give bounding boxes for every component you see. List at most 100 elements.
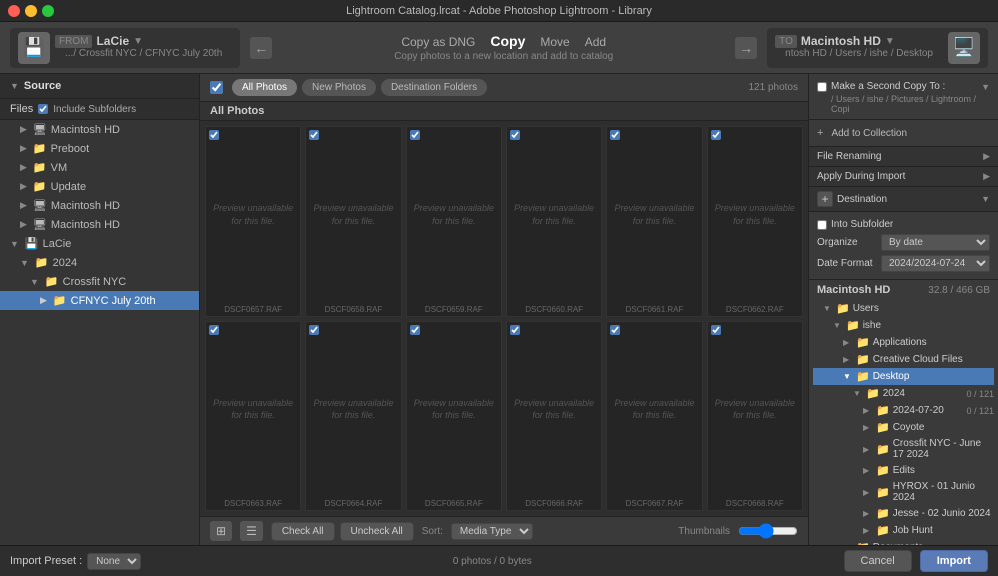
tree-item-hyrox[interactable]: ▶ 📁 HYROX - 01 Junio 2024 xyxy=(813,479,994,505)
prev-source-button[interactable]: ← xyxy=(250,37,272,59)
photo-name-9: DSCF0665.RAF xyxy=(423,497,485,510)
tree-item-2024-07-20[interactable]: ▶ 📁 2024-07-20 0 / 121 xyxy=(813,402,994,419)
photo-cell-9[interactable]: Preview unavailable for this file. DSCF0… xyxy=(406,321,502,512)
photo-cell-12[interactable]: Preview unavailable for this file. DSCF0… xyxy=(707,321,803,512)
photo-checkbox-12[interactable] xyxy=(711,325,721,335)
tree-item-desktop[interactable]: ▼ 📁 Desktop xyxy=(813,368,994,385)
tree-item-edits[interactable]: ▶ 📁 Edits xyxy=(813,462,994,479)
source-dropdown-icon[interactable]: ▼ xyxy=(133,36,143,47)
sort-select[interactable]: Media Type Filename Date xyxy=(451,523,533,540)
photo-checkbox-6[interactable] xyxy=(711,130,721,140)
tree-item-2024[interactable]: ▼ 📁 2024 0 / 121 xyxy=(813,385,994,402)
tree-arrow-desktop: ▼ xyxy=(843,372,853,381)
drive-icon: 🖥 xyxy=(33,123,47,136)
second-copy-dropdown-icon[interactable]: ▼ xyxy=(981,82,990,92)
photo-checkbox-9[interactable] xyxy=(410,325,420,335)
organize-select[interactable]: By date Into one folder xyxy=(881,234,990,251)
into-subfolder-checkbox[interactable] xyxy=(817,220,827,230)
photo-checkbox-4[interactable] xyxy=(510,130,520,140)
close-button[interactable] xyxy=(8,5,20,17)
next-dest-button[interactable]: → xyxy=(735,37,757,59)
tree-item-applications[interactable]: ▶ 📁 Applications xyxy=(813,334,994,351)
import-preset-select[interactable]: None xyxy=(87,553,141,570)
date-format-select[interactable]: 2024/2024-07-24 xyxy=(881,255,990,272)
photo-cell-10[interactable]: Preview unavailable for this file. DSCF0… xyxy=(506,321,602,512)
import-button[interactable]: Import xyxy=(920,550,988,572)
tab-all-photos[interactable]: All Photos xyxy=(232,79,297,96)
tree-arrow-edits: ▶ xyxy=(863,466,873,475)
photo-cell-7[interactable]: Preview unavailable for this file. DSCF0… xyxy=(205,321,301,512)
tree-label-creative-cloud: Creative Cloud Files xyxy=(873,354,963,365)
photo-checkbox-7[interactable] xyxy=(209,325,219,335)
tree-item-creative-cloud[interactable]: ▶ 📁 Creative Cloud Files xyxy=(813,351,994,368)
cancel-button[interactable]: Cancel xyxy=(844,550,912,572)
photo-cell-8[interactable]: Preview unavailable for this file. DSCF0… xyxy=(305,321,401,512)
tree-item-job-hunt[interactable]: ▶ 📁 Job Hunt xyxy=(813,522,994,539)
sidebar-item-vm[interactable]: ▶ 📁 VM xyxy=(0,158,199,177)
include-subfolders-checkbox[interactable] xyxy=(38,104,48,114)
list-view-button[interactable]: ☰ xyxy=(240,521,263,541)
tree-label-job-hunt: Job Hunt xyxy=(893,525,933,536)
import-preset-row: Import Preset : None xyxy=(10,553,141,570)
sidebar-item-lacie[interactable]: ▼ 💾 LaCie xyxy=(0,234,199,253)
sidebar-item-macintosh-hd-3[interactable]: ▶ 🖥 Macintosh HD xyxy=(0,215,199,234)
tree-item-crossfit-nyc-june[interactable]: ▶ 📁 Crossfit NYC - June 17 2024 xyxy=(813,436,994,462)
photo-cell-2[interactable]: Preview unavailable for this file. DSCF0… xyxy=(305,126,401,317)
tree-arrow-hyrox: ▶ xyxy=(863,488,873,497)
add-to-collection-label[interactable]: Add to Collection xyxy=(831,128,907,139)
copy-option[interactable]: Copy xyxy=(490,33,525,49)
minimize-button[interactable] xyxy=(25,5,37,17)
second-copy-checkbox[interactable] xyxy=(817,82,827,92)
destination-header[interactable]: + Destination ▼ xyxy=(809,187,998,212)
photo-preview-4: Preview unavailable for this file. xyxy=(507,127,601,303)
tree-label-desktop: Desktop xyxy=(873,371,910,382)
photo-checkbox-8[interactable] xyxy=(309,325,319,335)
photo-cell-5[interactable]: Preview unavailable for this file. DSCF0… xyxy=(606,126,702,317)
tree-item-jesse[interactable]: ▶ 📁 Jesse - 02 Junio 2024 xyxy=(813,505,994,522)
collapse-source-icon[interactable]: ▼ xyxy=(10,81,19,91)
maximize-button[interactable] xyxy=(42,5,54,17)
copy-as-dng-option[interactable]: Copy as DNG xyxy=(401,35,475,49)
thumbnails-slider[interactable] xyxy=(738,523,798,539)
sidebar-item-macintosh-hd-1[interactable]: ▶ 🖥 Macintosh HD xyxy=(0,120,199,139)
titlebar: Lightroom Catalog.lrcat - Adobe Photosho… xyxy=(0,0,998,22)
tree-arrow-coyote: ▶ xyxy=(863,423,873,432)
photo-cell-1[interactable]: Preview unavailable for this file. DSCF0… xyxy=(205,126,301,317)
photo-checkbox-11[interactable] xyxy=(610,325,620,335)
photo-cell-4[interactable]: Preview unavailable for this file. DSCF0… xyxy=(506,126,602,317)
move-option[interactable]: Move xyxy=(540,35,569,49)
check-all-button[interactable]: Check All xyxy=(271,522,335,541)
photo-checkbox-10[interactable] xyxy=(510,325,520,335)
photo-cell-3[interactable]: Preview unavailable for this file. DSCF0… xyxy=(406,126,502,317)
sidebar-item-2024[interactable]: ▼ 📁 2024 xyxy=(0,253,199,272)
photo-checkbox-3[interactable] xyxy=(410,130,420,140)
grid-view-button[interactable]: ⊞ xyxy=(210,521,232,541)
apply-during-import-header[interactable]: Apply During Import ▶ xyxy=(809,167,998,187)
photo-checkbox-2[interactable] xyxy=(309,130,319,140)
add-option[interactable]: Add xyxy=(585,35,606,49)
photo-checkbox-5[interactable] xyxy=(610,130,620,140)
tree-item-ishe[interactable]: ▼ 📁 ishe xyxy=(813,317,994,334)
file-renaming-header[interactable]: File Renaming ▶ xyxy=(809,147,998,167)
sidebar-item-update[interactable]: ▶ 📁 Update xyxy=(0,177,199,196)
tab-destination-folders[interactable]: Destination Folders xyxy=(381,79,487,96)
sidebar-item-macintosh-hd-2[interactable]: ▶ 🖥 Macintosh HD xyxy=(0,196,199,215)
destination-plus-button[interactable]: + xyxy=(817,191,833,207)
into-subfolder-row: Into Subfolder xyxy=(817,217,990,232)
tree-item-documents[interactable]: ▶ 📁 Documents xyxy=(813,539,994,545)
source-path: .../ Crossfit NYC / CFNYC July 20th xyxy=(55,48,232,61)
uncheck-all-button[interactable]: Uncheck All xyxy=(340,522,414,541)
tree-item-coyote[interactable]: ▶ 📁 Coyote xyxy=(813,419,994,436)
photo-cell-6[interactable]: Preview unavailable for this file. DSCF0… xyxy=(707,126,803,317)
dest-dropdown-icon[interactable]: ▼ xyxy=(885,36,895,47)
photo-checkbox-1[interactable] xyxy=(209,130,219,140)
tree-item-users[interactable]: ▼ 📁 Users xyxy=(813,300,994,317)
select-all-photos-checkbox[interactable] xyxy=(210,81,223,94)
dest-box: TO Macintosh HD ▼ ntosh HD / Users / ish… xyxy=(767,28,988,68)
photo-cell-11[interactable]: Preview unavailable for this file. DSCF0… xyxy=(606,321,702,512)
sidebar-item-crossfit-nyc[interactable]: ▼ 📁 Crossfit NYC xyxy=(0,272,199,291)
expand-icon: ▼ xyxy=(20,258,29,268)
sidebar-item-preboot[interactable]: ▶ 📁 Preboot xyxy=(0,139,199,158)
sidebar-item-cfnyc-july[interactable]: ▶ 📁 CFNYC July 20th xyxy=(0,291,199,310)
tab-new-photos[interactable]: New Photos xyxy=(302,79,376,96)
